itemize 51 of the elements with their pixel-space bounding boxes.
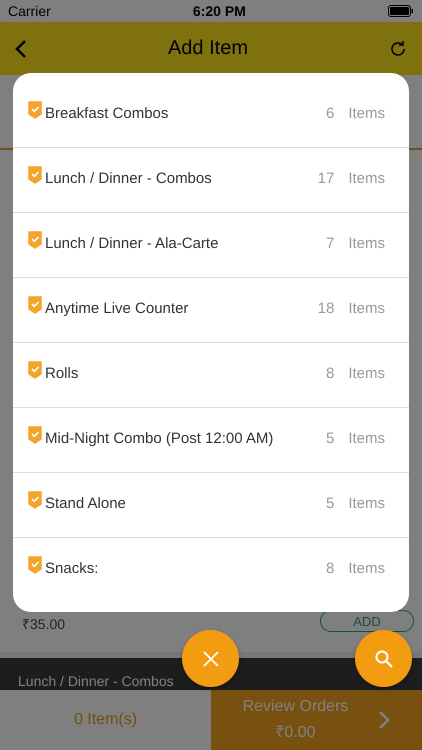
checked-icon[interactable] [28, 296, 42, 314]
category-name: Lunch / Dinner - Combos [45, 170, 213, 186]
search-icon [374, 648, 394, 668]
checked-icon[interactable] [28, 101, 42, 119]
item-price: ₹35.00 [22, 615, 66, 633]
category-name: Stand Alone [45, 494, 127, 512]
items-label: Items [348, 104, 385, 122]
battery-icon [388, 5, 414, 17]
category-row[interactable]: Breakfast Combos 6 Items [13, 83, 409, 148]
item-count: 17 [318, 170, 334, 186]
checked-icon[interactable] [28, 426, 42, 444]
category-row[interactable]: Rolls 8 Items [13, 343, 409, 408]
category-name: Mid-Night Combo (Post 12:00 AM) [45, 430, 274, 446]
category-row[interactable]: Lunch / Dinner - Combos 17 Items [13, 148, 409, 213]
chevron-right-icon [378, 710, 390, 730]
checked-icon[interactable] [28, 556, 42, 574]
checked-icon[interactable] [28, 166, 42, 184]
category-row[interactable]: Anytime Live Counter 18 Items [13, 278, 409, 343]
page-title: Add Item [168, 37, 248, 60]
category-row[interactable]: Mid-Night Combo (Post 12:00 AM) 5 Items [13, 408, 409, 473]
items-label: Items [348, 234, 385, 252]
category-row[interactable]: Snacks: 8 Items [13, 538, 409, 603]
category-row[interactable]: Stand Alone 5 Items [13, 473, 409, 538]
category-name: Anytime Live Counter [45, 300, 190, 316]
items-label: Items [348, 170, 385, 186]
item-count: 8 [326, 364, 334, 382]
item-count: 7 [326, 234, 334, 252]
category-name: Breakfast Combos [45, 104, 170, 122]
items-label: Items [348, 494, 385, 512]
cart-count: 0 Item(s) [74, 711, 138, 729]
back-icon [14, 38, 28, 58]
category-title: Lunch / Dinner - Combos [18, 674, 174, 689]
category-name: Lunch / Dinner - Ala-Carte [45, 234, 220, 252]
category-name: Snacks: [45, 560, 100, 577]
item-count: 8 [326, 560, 334, 577]
items-label: Items [348, 430, 385, 446]
item-count: 18 [318, 300, 334, 316]
item-count: 6 [326, 104, 334, 122]
carrier-label: Carrier [8, 3, 51, 19]
checked-icon[interactable] [28, 231, 42, 249]
items-label: Items [348, 364, 385, 382]
time-label: 6:20 PM [192, 3, 246, 19]
items-label: Items [348, 560, 385, 577]
checked-icon[interactable] [28, 361, 42, 379]
category-name: Rolls [45, 364, 80, 382]
category-row[interactable]: Lunch / Dinner - Ala-Carte 7 Items [13, 213, 409, 278]
checked-icon[interactable] [28, 491, 42, 509]
item-count: 5 [326, 494, 334, 512]
item-count: 5 [326, 430, 334, 446]
close-icon [202, 650, 220, 668]
items-label: Items [348, 300, 385, 316]
